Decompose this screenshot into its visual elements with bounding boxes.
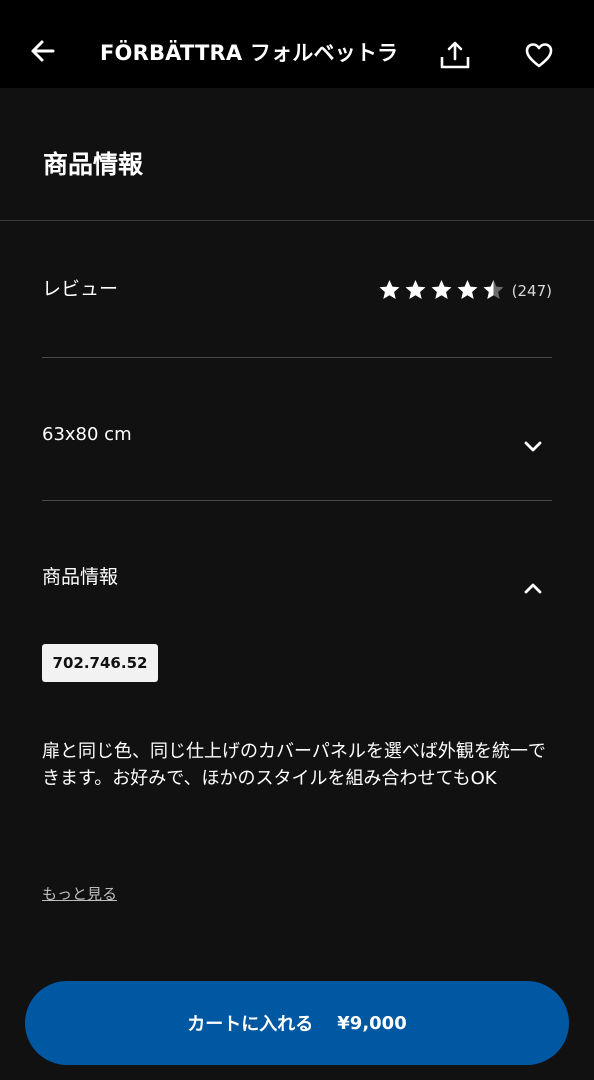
- divider: [42, 500, 552, 501]
- share-icon[interactable]: [438, 38, 472, 72]
- price: ¥9,000: [337, 1012, 407, 1034]
- size-label: 63x80 cm: [42, 424, 132, 445]
- top-bar: FÖRBÄTTRA フォルベットラ: [0, 0, 594, 88]
- divider: [0, 220, 594, 221]
- heart-icon[interactable]: [524, 40, 554, 70]
- product-description: 扉と同じ色、同じ仕上げのカバーパネルを選べば外観を統一できます。お好みで、ほかの…: [42, 741, 546, 789]
- star-icon: [379, 280, 400, 299]
- add-to-cart-label: カートに入れる: [187, 1014, 314, 1035]
- size-accordion[interactable]: 63x80 cm: [42, 420, 552, 466]
- half-star-icon: [483, 280, 504, 299]
- star-rating: [377, 278, 506, 302]
- star-icon: [431, 280, 452, 299]
- see-more-link[interactable]: もっと見る: [42, 883, 117, 905]
- star-icon: [457, 280, 478, 299]
- chevron-down-icon: [524, 441, 542, 452]
- article-number-badge: 702.746.52: [42, 644, 158, 682]
- product-info-label: 商品情報: [42, 566, 119, 588]
- product-title: FÖRBÄTTRA フォルベットラ: [100, 41, 399, 65]
- divider: [42, 357, 552, 358]
- chevron-up-icon: [524, 583, 542, 594]
- reviews-row[interactable]: レビュー (247): [42, 270, 552, 312]
- add-to-cart-button[interactable]: カートに入れる ¥9,000: [25, 981, 569, 1065]
- review-count: (247): [511, 282, 552, 300]
- star-icon: [405, 280, 426, 299]
- reviews-label: レビュー: [42, 278, 119, 300]
- section-heading: 商品情報: [43, 150, 144, 179]
- back-arrow-icon[interactable]: [26, 34, 60, 68]
- product-info-accordion[interactable]: 商品情報: [42, 562, 552, 608]
